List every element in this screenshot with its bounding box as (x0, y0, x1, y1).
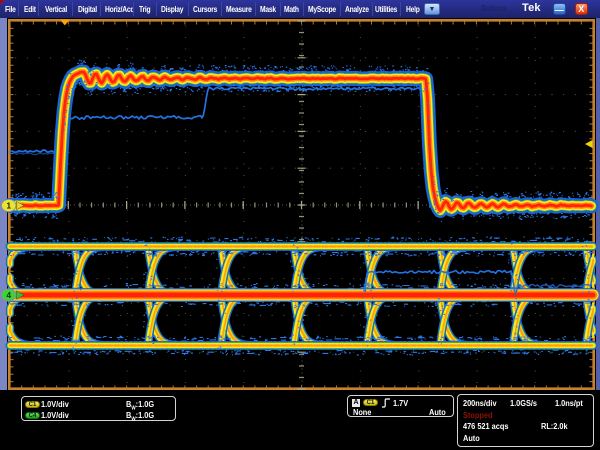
svg-text:1: 1 (6, 201, 11, 211)
svg-text:4: 4 (6, 290, 11, 300)
